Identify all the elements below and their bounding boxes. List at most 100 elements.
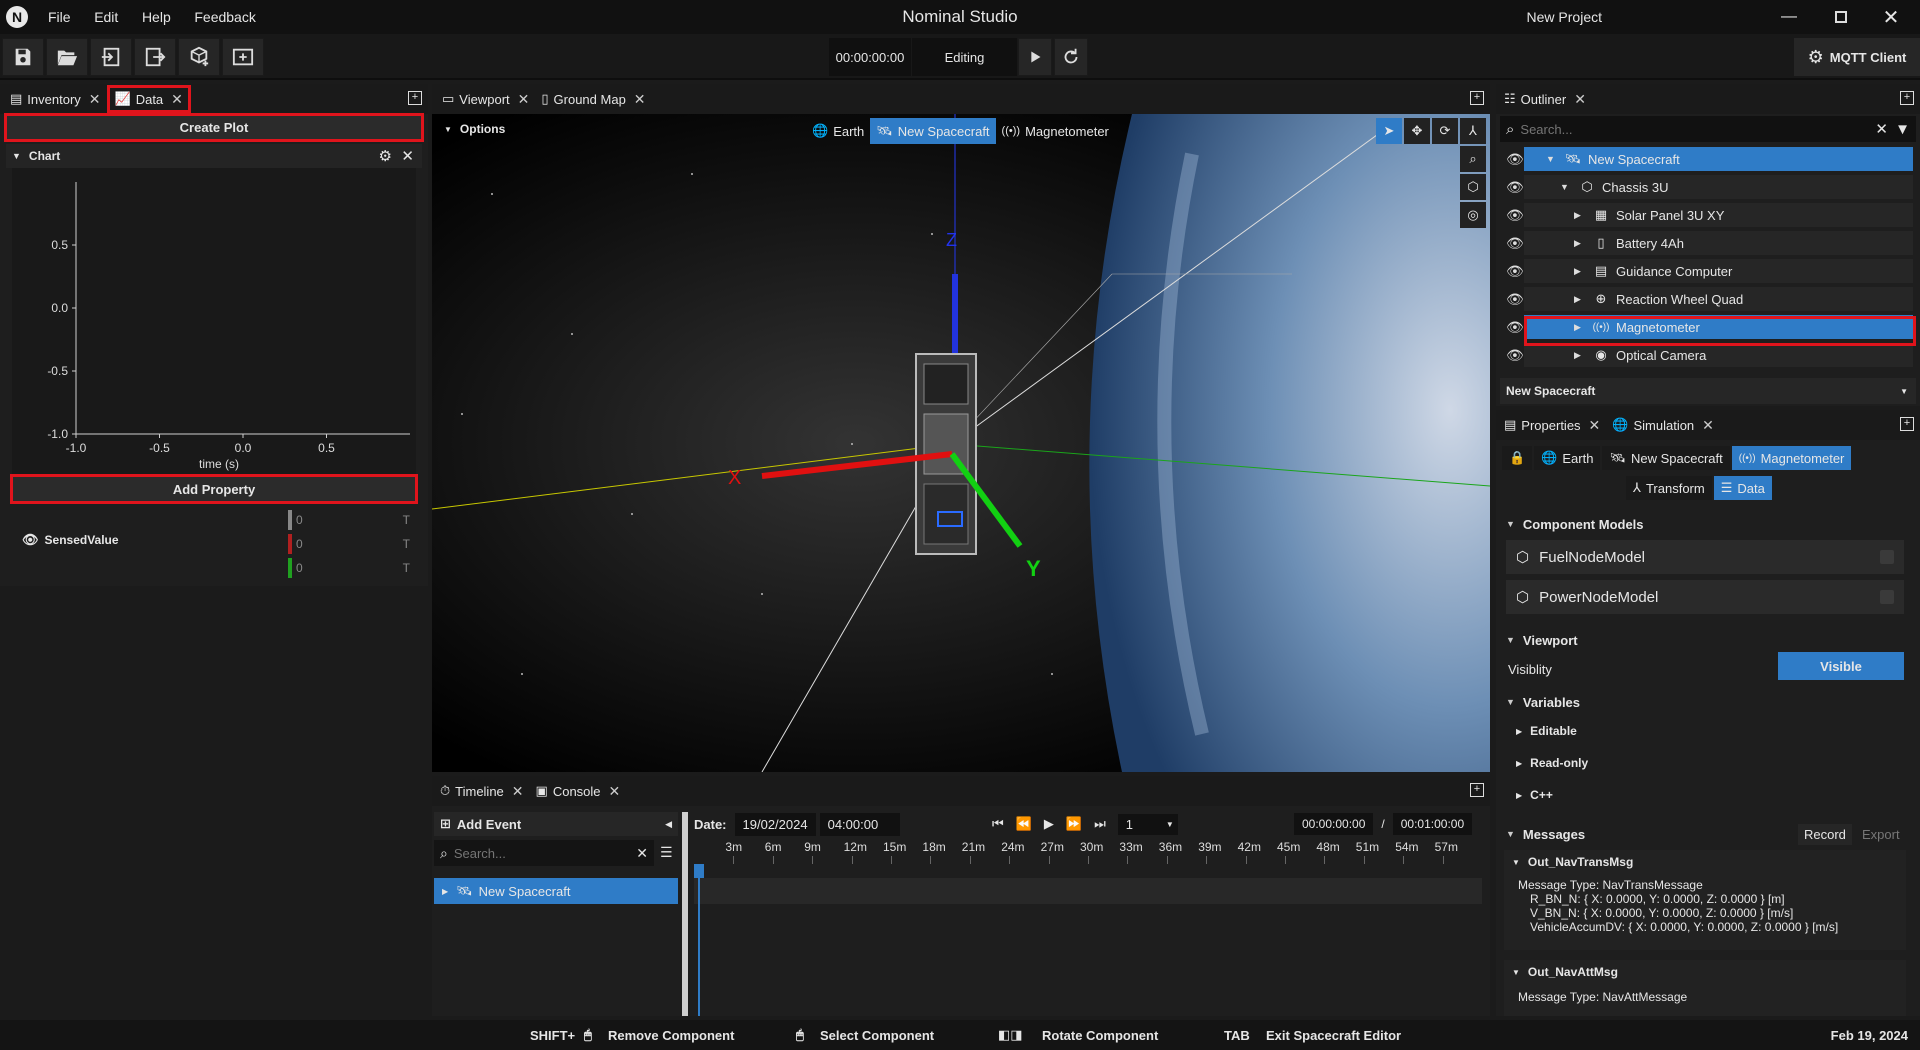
- outliner-item-body[interactable]: ▶ ▤ Guidance Computer: [1524, 259, 1913, 283]
- close-icon[interactable]: ✕: [1574, 91, 1586, 108]
- outliner-item-battery-4ah[interactable]: 👁 ▶ ▯ Battery 4Ah: [1496, 230, 1913, 256]
- tab-timeline[interactable]: ⏱ Timeline ✕: [434, 778, 530, 804]
- timeline-track[interactable]: [694, 878, 1482, 904]
- caret-right-icon[interactable]: ▶: [1574, 238, 1586, 249]
- context-earth[interactable]: 🌐 Earth: [806, 123, 870, 139]
- import-button[interactable]: [90, 38, 132, 76]
- property-component-row[interactable]: 0T: [288, 556, 414, 580]
- outliner-search-input[interactable]: [1520, 121, 1841, 137]
- close-icon[interactable]: ✕: [609, 783, 621, 800]
- skip-start-icon[interactable]: ⏮: [992, 816, 1004, 832]
- outliner-item-body[interactable]: ▶ ⊕ Reaction Wheel Quad: [1524, 287, 1913, 311]
- variables-cpp[interactable]: ▶ C++: [1506, 782, 1904, 808]
- add-component-button[interactable]: [178, 38, 220, 76]
- select-tool-icon[interactable]: ➤: [1376, 118, 1402, 144]
- outliner-item-body[interactable]: ▶ ◉ Optical Camera: [1524, 343, 1913, 367]
- tab-viewport[interactable]: ▭ Viewport ✕: [436, 86, 535, 112]
- eye-icon[interactable]: 👁: [1506, 291, 1524, 308]
- focus-icon[interactable]: ◎: [1460, 202, 1486, 228]
- collapse-icon[interactable]: ◀: [665, 819, 672, 830]
- clear-search-icon[interactable]: ✕: [1875, 120, 1888, 138]
- add-tab-icon[interactable]: +: [1900, 91, 1914, 105]
- eye-icon[interactable]: 👁: [1506, 235, 1524, 252]
- menu-edit[interactable]: Edit: [94, 9, 118, 25]
- property-component-row[interactable]: 0T: [288, 532, 414, 556]
- context-magnetometer[interactable]: ((•)) Magnetometer: [996, 124, 1115, 139]
- message-nav-trans-header[interactable]: ▼ Out_NavTransMsg: [1504, 850, 1906, 874]
- outliner-item-body[interactable]: ▼ 🛰 New Spacecraft: [1524, 147, 1913, 171]
- eye-icon[interactable]: 👁: [1506, 179, 1524, 196]
- maximize-button[interactable]: [1828, 4, 1854, 30]
- outliner-item-new-spacecraft[interactable]: 👁 ▼ 🛰 New Spacecraft: [1496, 146, 1913, 172]
- close-icon[interactable]: ✕: [89, 91, 101, 108]
- variables-readonly[interactable]: ▶ Read-only: [1506, 750, 1904, 776]
- play-button[interactable]: [1018, 38, 1052, 76]
- add-tab-icon[interactable]: +: [1470, 783, 1484, 797]
- add-tab-icon[interactable]: +: [1470, 91, 1484, 105]
- tab-simulation[interactable]: 🌐 Simulation ✕: [1606, 412, 1720, 438]
- rotate-tool-icon[interactable]: ⟳: [1432, 118, 1458, 144]
- cube-view-icon[interactable]: ⬡: [1460, 174, 1486, 200]
- export-button[interactable]: Export: [1856, 824, 1906, 845]
- variables-editable[interactable]: ▶ Editable: [1506, 718, 1904, 744]
- tab-console[interactable]: ▣ Console ✕: [530, 778, 627, 804]
- timeline-search-box[interactable]: ⌕ ✕: [434, 840, 654, 866]
- caret-right-icon[interactable]: ▶: [1574, 350, 1586, 361]
- current-time-field[interactable]: 00:00:00:00: [1294, 813, 1374, 835]
- rewind-icon[interactable]: ⏪: [1016, 816, 1032, 832]
- space-scene[interactable]: X Y Z: [432, 114, 1490, 772]
- close-icon[interactable]: ✕: [1589, 417, 1601, 434]
- close-icon[interactable]: ✕: [1702, 417, 1714, 434]
- crumb-magnetometer[interactable]: ((•)) Magnetometer: [1731, 446, 1852, 470]
- menu-feedback[interactable]: Feedback: [194, 9, 255, 25]
- clear-search-icon[interactable]: ✕: [636, 845, 648, 862]
- property-sensedvalue[interactable]: 👁 SensedValue: [22, 532, 119, 548]
- menu-file[interactable]: File: [48, 9, 71, 25]
- add-tab-icon[interactable]: +: [408, 91, 422, 105]
- outliner-item-reaction-wheel-quad[interactable]: 👁 ▶ ⊕ Reaction Wheel Quad: [1496, 286, 1913, 312]
- chart-header[interactable]: ▼ Chart ⚙ ✕: [6, 144, 422, 168]
- caret-right-icon[interactable]: ▶: [1574, 210, 1586, 221]
- record-button[interactable]: Record: [1798, 824, 1852, 845]
- mqtt-client-button[interactable]: ⚙ MQTT Client: [1794, 38, 1920, 76]
- axes-tool-icon[interactable]: ⅄: [1460, 118, 1486, 144]
- speed-select[interactable]: 1 ▼: [1117, 813, 1178, 835]
- add-tab-icon[interactable]: +: [1900, 417, 1914, 431]
- model-fuelnode-checkbox[interactable]: [1880, 550, 1894, 564]
- close-icon[interactable]: ✕: [512, 783, 524, 800]
- crumb-earth[interactable]: 🌐 Earth: [1534, 446, 1601, 470]
- viewport-options[interactable]: ▼ Options: [444, 122, 505, 136]
- total-time-field[interactable]: 00:01:00:00: [1392, 813, 1473, 835]
- close-window-button[interactable]: ✕: [1878, 4, 1904, 30]
- eye-icon[interactable]: 👁: [22, 532, 39, 548]
- create-plot-button[interactable]: Create Plot: [4, 113, 424, 142]
- lock-icon[interactable]: 🔒: [1502, 446, 1533, 470]
- model-powernode[interactable]: ⬡ PowerNodeModel: [1506, 580, 1904, 614]
- tab-properties[interactable]: ▤ Properties ✕: [1498, 412, 1606, 438]
- eye-icon[interactable]: 👁: [1506, 151, 1524, 168]
- outliner-item-solar-panel-3u-xy[interactable]: 👁 ▶ ▦ Solar Panel 3U XY: [1496, 202, 1913, 228]
- property-component-row[interactable]: 0T: [288, 508, 414, 532]
- scene-selector[interactable]: New Spacecraft ▼: [1500, 378, 1916, 404]
- date-field[interactable]: 19/02/2024: [734, 812, 816, 836]
- eye-icon[interactable]: 👁: [1506, 319, 1524, 336]
- outliner-item-guidance-computer[interactable]: 👁 ▶ ▤ Guidance Computer: [1496, 258, 1913, 284]
- reset-button[interactable]: [1054, 38, 1088, 76]
- crumb-spacecraft[interactable]: 🛰 New Spacecraft: [1602, 446, 1730, 470]
- tab-inventory[interactable]: ▤ Inventory ✕: [4, 86, 107, 112]
- eye-icon[interactable]: 👁: [1506, 347, 1524, 364]
- outliner-item-body[interactable]: ▶ ▯ Battery 4Ah: [1524, 231, 1913, 255]
- context-spacecraft[interactable]: 🛰 New Spacecraft: [870, 118, 996, 144]
- message-nav-att-header[interactable]: ▼ Out_NavAttMsg: [1504, 960, 1906, 984]
- model-fuelnode[interactable]: ⬡ FuelNodeModel: [1506, 540, 1904, 574]
- component-models-header[interactable]: ▼ Component Models: [1496, 512, 1914, 536]
- sensor-chart[interactable]: -1.0 -0.5 0.0 0.5 0.5 0.0 -0.5 -1.0 time (s): [12, 168, 416, 474]
- outliner-item-body[interactable]: ▼ ⬡ Chassis 3U: [1524, 175, 1913, 199]
- add-property-button[interactable]: Add Property: [10, 474, 418, 504]
- viewport-section-header[interactable]: ▼ Viewport: [1496, 628, 1914, 652]
- outliner-item-chassis-3u[interactable]: 👁 ▼ ⬡ Chassis 3U: [1496, 174, 1913, 200]
- export-button[interactable]: [134, 38, 176, 76]
- save-button[interactable]: [2, 38, 44, 76]
- tab-data[interactable]: 📈 Data ✕: [106, 85, 191, 113]
- caret-right-icon[interactable]: ▶: [1574, 294, 1586, 305]
